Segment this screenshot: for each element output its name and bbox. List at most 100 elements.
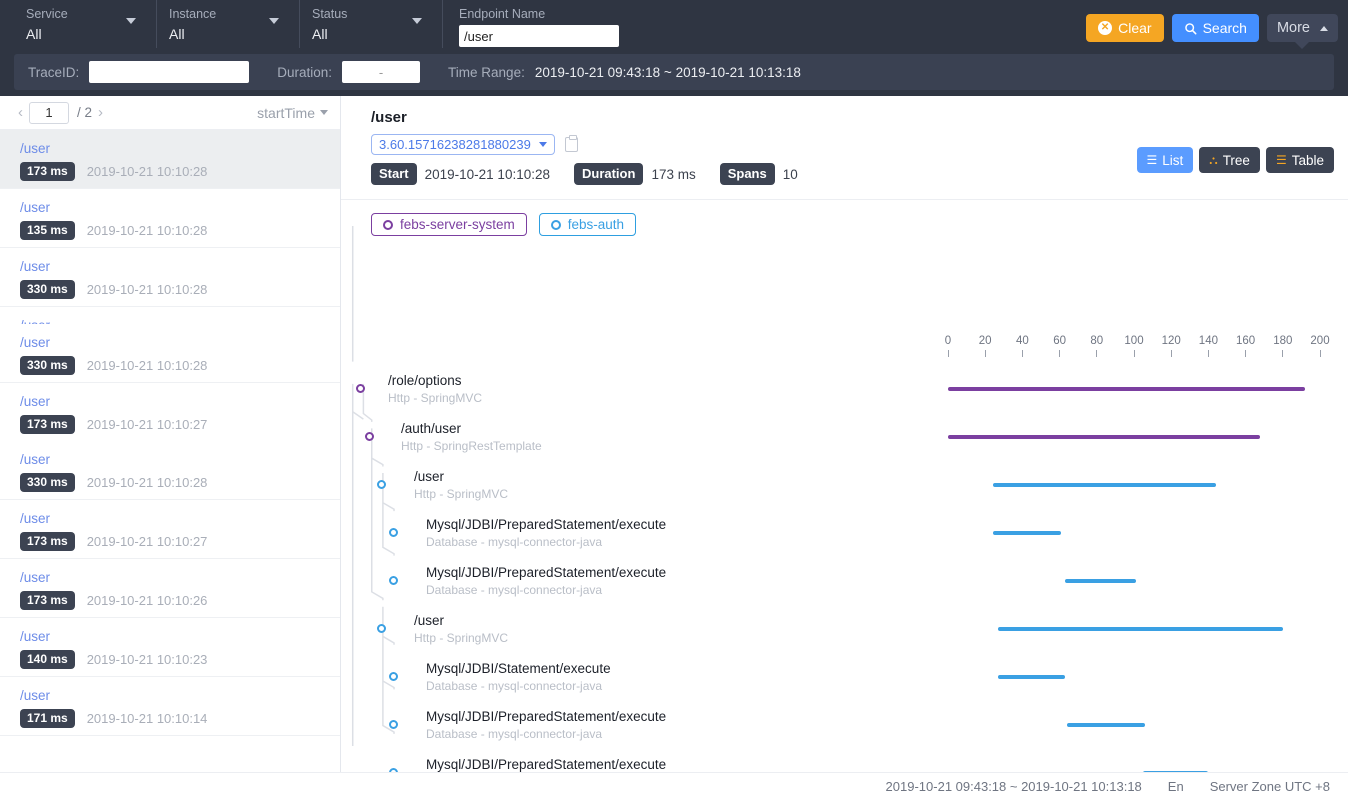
list-item[interactable]: /user330 ms2019-10-21 10:10:28	[0, 248, 340, 307]
sort-control[interactable]: startTime	[257, 105, 328, 121]
list-item[interactable]: /user330 ms2019-10-21 10:10:28	[0, 324, 340, 383]
list-icon: ☰	[1147, 154, 1158, 166]
list-item[interactable]: /user173 ms2019-10-21 10:10:27	[0, 383, 340, 442]
traceid-input[interactable]	[89, 61, 249, 83]
list-item-meta: 173 ms2019-10-21 10:10:28	[20, 162, 340, 181]
span-node-icon	[365, 432, 374, 441]
list-item-time: 2019-10-21 10:10:27	[87, 534, 208, 549]
more-button[interactable]: More	[1267, 14, 1338, 42]
axis-tick-mark	[1245, 350, 1246, 357]
list-item[interactable]: /user173 ms2019-10-21 10:10:28	[0, 130, 340, 189]
tree-icon: ⛬	[1209, 154, 1217, 166]
span-node-icon	[356, 384, 365, 393]
list-item-duration: 330 ms	[20, 356, 75, 375]
list-item-duration: 330 ms	[20, 473, 75, 492]
service-filter[interactable]: Service All	[14, 0, 157, 48]
list-item-meta: 330 ms2019-10-21 10:10:28	[20, 356, 340, 375]
span-row[interactable]: Mysql/JDBI/PreparedStatement/executeData…	[341, 560, 1348, 608]
span-node-icon	[377, 480, 386, 489]
search-button-label: Search	[1203, 20, 1247, 36]
span-node-icon	[389, 672, 398, 681]
top-toolbar: Service All Instance All Status All Endp…	[0, 0, 1348, 96]
search-button[interactable]: Search	[1172, 14, 1259, 42]
span-duration-bar	[1067, 723, 1145, 727]
view-toggle-group: ☰ List ⛬ Tree ☰ Table	[1137, 147, 1335, 173]
list-item[interactable]: /user140 ms2019-10-21 10:10:23	[0, 618, 340, 677]
chevron-down-icon	[412, 18, 422, 24]
tab-list-label: List	[1162, 153, 1183, 168]
axis-tick: 100	[1119, 334, 1149, 357]
axis-tick: 0	[933, 334, 963, 357]
tab-table[interactable]: ☰ Table	[1266, 147, 1334, 173]
list-item-meta: 173 ms2019-10-21 10:10:27	[20, 532, 340, 551]
start-label: Start	[371, 163, 417, 185]
span-row[interactable]: /userHttp - SpringMVC	[341, 608, 1348, 656]
span-row[interactable]: Mysql/JDBI/PreparedStatement/executeData…	[341, 512, 1348, 560]
instance-filter[interactable]: Instance All	[157, 0, 300, 48]
status-filter[interactable]: Status All	[300, 0, 443, 48]
footer-language[interactable]: En	[1168, 779, 1184, 794]
toolbar-actions: ✕ Clear Search More	[1086, 14, 1338, 42]
table-icon: ☰	[1276, 154, 1287, 166]
axis-tick: 180	[1268, 334, 1298, 357]
span-component: Http - SpringRestTemplate	[401, 438, 542, 454]
clear-button[interactable]: ✕ Clear	[1086, 14, 1163, 42]
axis-tick-label: 100	[1119, 334, 1149, 348]
trace-detail-pane: /user 3.60.15716238281880239 Start 2019-…	[341, 96, 1348, 772]
span-row[interactable]: Mysql/JDBI/PreparedStatement/executeData…	[341, 752, 1348, 772]
list-item[interactable]: /user 330 ms 2019-10-21 10:10:28	[0, 441, 340, 500]
axis-tick-mark	[1134, 350, 1135, 357]
list-item[interactable]: /user173 ms2019-10-21 10:10:26	[0, 559, 340, 618]
list-item-time: 2019-10-21 10:10:27	[87, 417, 208, 432]
tab-list[interactable]: ☰ List	[1137, 147, 1194, 173]
span-row[interactable]: /role/optionsHttp - SpringMVC	[341, 368, 1348, 416]
axis-tick-mark	[1282, 350, 1283, 357]
axis-tick-mark	[985, 350, 986, 357]
timerange-value[interactable]: 2019-10-21 09:43:18 ~ 2019-10-21 10:13:1…	[535, 65, 801, 80]
span-name: /role/options	[388, 372, 462, 390]
trace-id-select[interactable]: 3.60.15716238281880239	[371, 134, 555, 155]
endpoint-name-input[interactable]	[459, 25, 619, 47]
axis-tick: 20	[970, 334, 1000, 357]
axis-tick-label: 60	[1045, 334, 1075, 348]
list-item-meta: 173 ms2019-10-21 10:10:27	[20, 415, 340, 434]
chevron-left-icon[interactable]: ‹	[12, 104, 29, 121]
list-item-time: 2019-10-21 10:10:28	[87, 475, 208, 490]
page-input[interactable]	[29, 102, 69, 124]
axis-tick-mark	[1171, 350, 1172, 357]
time-axis: 020406080100120140160180200	[948, 334, 1348, 362]
list-item[interactable]: /user135 ms2019-10-21 10:10:28	[0, 189, 340, 248]
span-duration-bar	[1065, 579, 1136, 583]
span-row[interactable]: Mysql/JDBI/PreparedStatement/executeData…	[341, 704, 1348, 752]
search-icon	[1184, 22, 1197, 35]
list-item-duration: 135 ms	[20, 221, 75, 240]
span-duration-bar	[993, 531, 1062, 535]
sort-label: startTime	[257, 105, 315, 121]
copy-icon[interactable]	[565, 137, 578, 152]
span-timeline: 020406080100120140160180200 /role/option…	[341, 226, 1348, 772]
span-node-icon	[389, 576, 398, 585]
axis-tick: 80	[1082, 334, 1112, 357]
list-item[interactable]: /user173 ms2019-10-21 10:10:27	[0, 500, 340, 559]
span-row[interactable]: /userHttp - SpringMVC	[341, 464, 1348, 512]
chevron-right-icon[interactable]: ›	[92, 104, 109, 121]
span-row[interactable]: /auth/userHttp - SpringRestTemplate	[341, 416, 1348, 464]
trace-items[interactable]: /user173 ms2019-10-21 10:10:28/user135 m…	[0, 130, 340, 772]
list-item-meta: 135 ms2019-10-21 10:10:28	[20, 221, 340, 240]
span-name: /auth/user	[401, 420, 461, 438]
axis-tick-label: 180	[1268, 334, 1298, 348]
span-node-icon	[389, 720, 398, 729]
list-item-meta: 173 ms2019-10-21 10:10:26	[20, 591, 340, 610]
more-button-label: More	[1277, 20, 1310, 36]
axis-tick-label: 160	[1231, 334, 1261, 348]
list-item-time: 2019-10-21 10:10:28	[87, 164, 208, 179]
list-item-endpoint: /user	[20, 451, 340, 469]
footer-timerange: 2019-10-21 09:43:18 ~ 2019-10-21 10:13:1…	[886, 779, 1142, 794]
spans-value: 10	[783, 167, 798, 182]
status-filter-value: All	[300, 24, 442, 44]
tab-tree[interactable]: ⛬ Tree	[1199, 147, 1260, 173]
span-row[interactable]: Mysql/JDBI/Statement/executeDatabase - m…	[341, 656, 1348, 704]
duration-input[interactable]	[342, 61, 420, 83]
chevron-down-icon	[126, 18, 136, 24]
list-item[interactable]: /user171 ms2019-10-21 10:10:14	[0, 677, 340, 736]
